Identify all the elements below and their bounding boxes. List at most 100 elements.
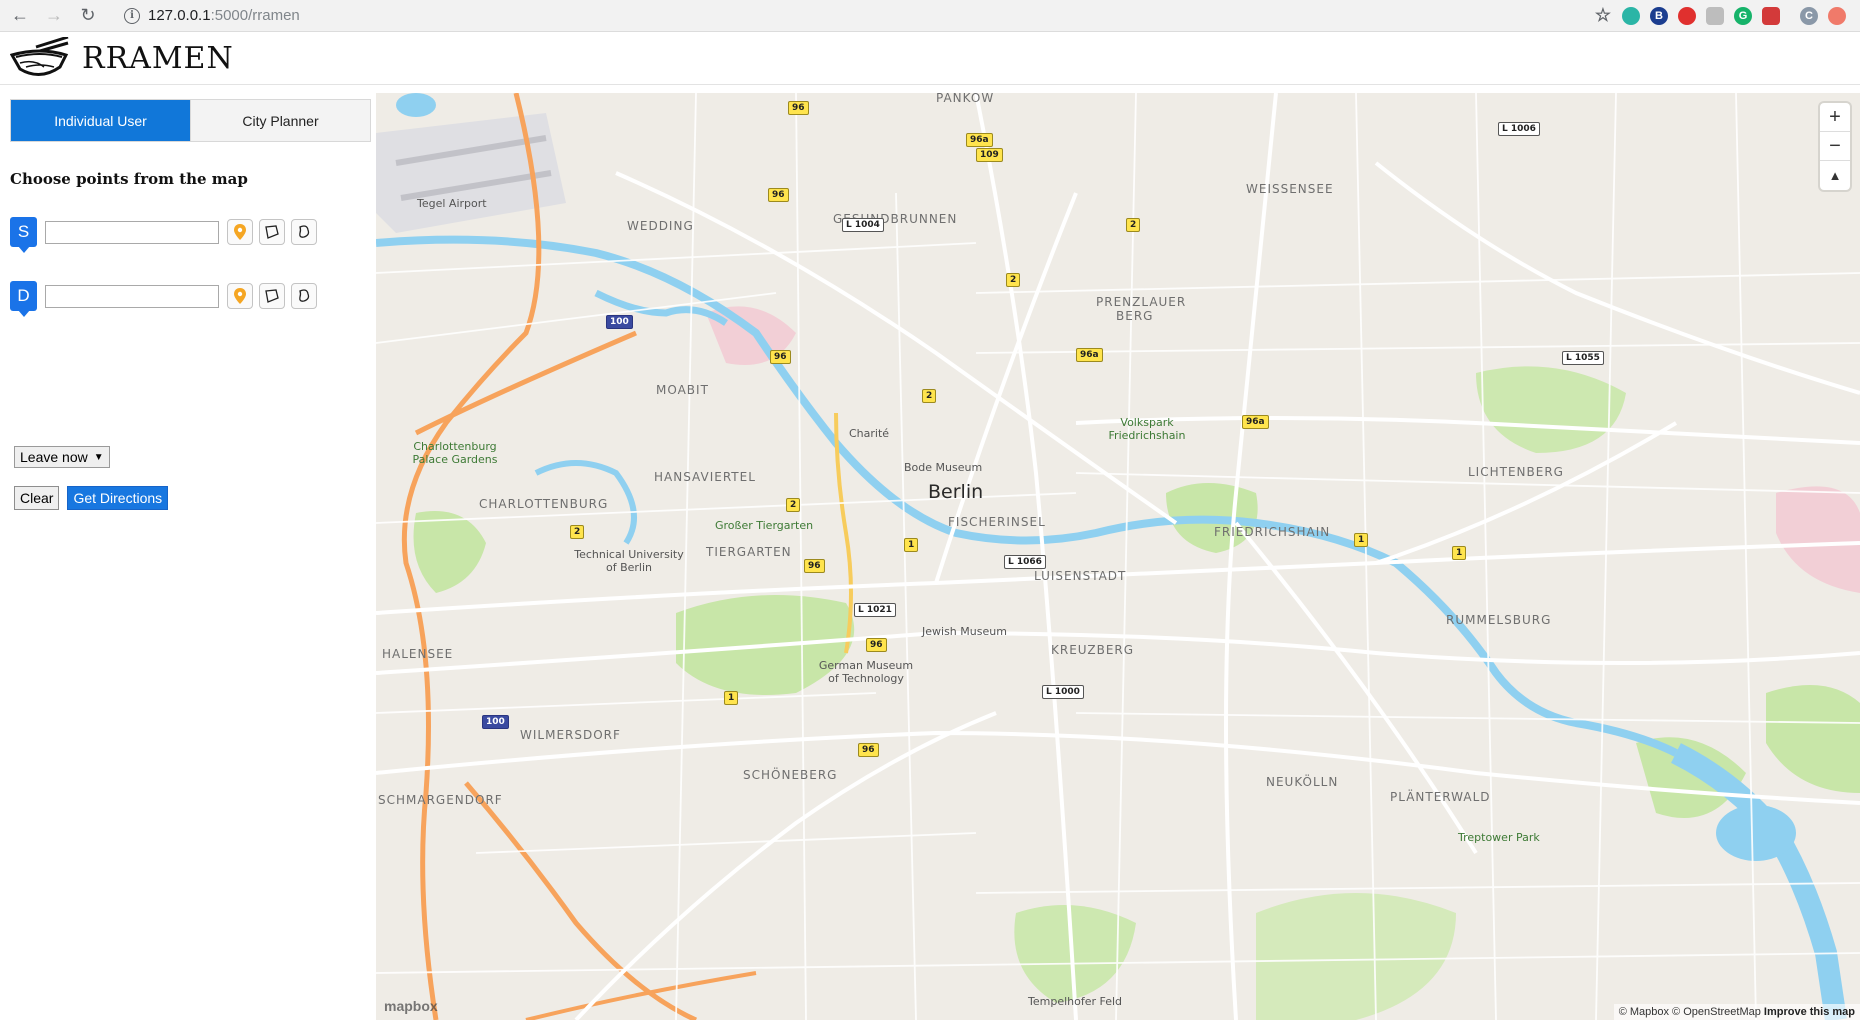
label-bode-museum: Bode Museum [904,461,983,474]
destination-freehand-button[interactable] [291,283,317,309]
label-schoneberg: SCHÖNEBERG [743,768,838,782]
label-charlottenburg: CHARLOTTENBURG [479,497,609,511]
road-shield: L 1055 [1562,351,1604,365]
bookmark-star-icon[interactable]: ☆ [1594,5,1612,25]
road-shield: 96a [1076,348,1103,362]
compass-button[interactable]: ▲ [1820,161,1850,190]
reload-icon[interactable]: ↻ [74,2,102,30]
label-grosser-tiergarten: Großer Tiergarten [715,519,814,532]
back-arrow-icon[interactable]: ← [6,2,34,30]
extension-icons: ☆ B G C [1594,5,1846,25]
label-friedrichshain: FRIEDRICHSHAIN [1214,525,1331,539]
extension-grey-icon[interactable] [1706,6,1724,25]
road-shield: L 1021 [854,603,896,617]
improve-map-link[interactable]: Improve this map [1764,1006,1855,1018]
address-bar[interactable]: i 127.0.0.1:5000/rramen [124,4,1594,28]
road-shield: 96 [788,101,809,115]
label-berlin: Berlin [928,481,984,503]
start-draw-polygon-button[interactable] [259,219,285,245]
label-plaenterwald: PLÄNTERWALD [1390,790,1491,804]
start-freehand-button[interactable] [291,219,317,245]
forward-arrow-icon[interactable]: → [40,2,68,30]
tab-individual-user[interactable]: Individual User [11,100,190,141]
destination-location-pin-button[interactable] [227,283,253,309]
road-shield: 2 [1006,273,1021,287]
road-shield: 96 [770,350,791,364]
label-technical-university: Technical University of Berlin [574,548,684,574]
road-shield: 96 [768,188,789,202]
mode-tabs: Individual User City Planner [10,99,371,142]
attribution-text[interactable]: © Mapbox © OpenStreetMap [1619,1006,1761,1018]
label-berg: BERG [1116,309,1154,323]
road-shield: 96a [966,133,993,147]
departure-time-select[interactable]: Leave now ▼ [14,446,110,468]
road-shield: 96 [866,638,887,652]
sidebar: Individual User City Planner Choose poin… [0,93,376,1020]
site-info-icon[interactable]: i [124,7,140,24]
extension-b-icon[interactable]: B [1650,6,1668,25]
start-input[interactable] [45,220,219,244]
section-title: Choose points from the map [10,170,248,188]
destination-draw-polygon-button[interactable] [259,283,285,309]
label-luisenstadt: LUISENSTADT [1034,569,1127,583]
road-shield: 100 [482,715,509,729]
map-canvas[interactable]: PANKOW WEISSENSEE GESUNDBRUNNEN WEDDING … [376,93,1860,1020]
map-attribution: © Mapbox © OpenStreetMap Improve this ma… [1613,1004,1860,1020]
freehand-shape-icon [299,225,310,238]
destination-point-row: D [10,281,317,317]
label-schmargendorf: SCHMARGENDORF [378,793,503,807]
profile-avatar[interactable]: C [1800,6,1818,25]
app-title: RRAMEN [82,41,234,76]
label-moabit: MOABIT [656,383,709,397]
road-shield: 2 [1126,218,1141,232]
dropdown-arrow-icon: ▼ [93,451,104,463]
label-wedding: WEDDING [627,219,694,233]
mapbox-logo[interactable]: mapbox [384,998,438,1014]
label-volkspark-friedrichshain: Volkspark Friedrichshain [1108,416,1186,442]
extension-teal-icon[interactable] [1622,6,1640,25]
label-kreuzberg: KREUZBERG [1051,643,1135,657]
zoom-out-button[interactable]: − [1820,132,1850,161]
destination-input[interactable] [45,284,219,308]
extension-red-icon[interactable] [1678,6,1696,25]
label-wilmersdorf: WILMERSDORF [520,728,621,742]
location-pin-icon [234,224,246,240]
road-shield: 1 [724,691,739,705]
start-point-row: S [10,217,317,253]
label-charite: Charité [849,427,890,440]
grammarly-icon[interactable]: G [1734,6,1752,25]
map-zoom-controls: + − ▲ [1820,103,1850,190]
label-fischerinsel: FISCHERINSEL [948,515,1046,529]
start-location-pin-button[interactable] [227,219,253,245]
label-lichtenberg: LICHTENBERG [1468,465,1564,479]
road-shield: 1 [904,538,919,552]
action-buttons: Clear Get Directions [14,486,169,510]
label-german-museum-technology: German Museum of Technology [818,659,914,685]
label-tempelhofer-feld: Tempelhofer Feld [1028,995,1123,1008]
extension-orange-icon[interactable] [1828,6,1846,25]
zoom-in-button[interactable]: + [1820,103,1850,132]
destination-marker-icon: D [10,281,37,317]
location-pin-icon [234,288,246,304]
label-hansaviertel: HANSAVIERTEL [654,470,756,484]
freehand-shape-icon [299,289,310,302]
label-rummelsburg: RUMMELSBURG [1446,613,1552,627]
label-tiergarten: TIERGARTEN [706,545,792,559]
tab-city-planner[interactable]: City Planner [190,100,370,141]
road-shield: L 1000 [1042,685,1084,699]
road-shield: L 1006 [1498,122,1540,136]
polygon-icon [265,225,279,239]
road-shield: 1 [1452,546,1467,560]
clear-button[interactable]: Clear [14,486,60,510]
label-prenzlauer: PRENZLAUER [1096,295,1187,309]
road-shield: 100 [606,315,633,329]
road-shield: 2 [570,525,585,539]
road-shield: 96 [858,743,879,757]
extension-pocket-icon[interactable] [1762,6,1780,25]
label-neukolln: NEUKÖLLN [1266,775,1339,789]
get-directions-button[interactable]: Get Directions [67,486,169,510]
road-shield: 96a [1242,415,1269,429]
road-shield: 2 [786,498,801,512]
road-shield: L 1066 [1004,555,1046,569]
road-shield: 1 [1354,533,1369,547]
